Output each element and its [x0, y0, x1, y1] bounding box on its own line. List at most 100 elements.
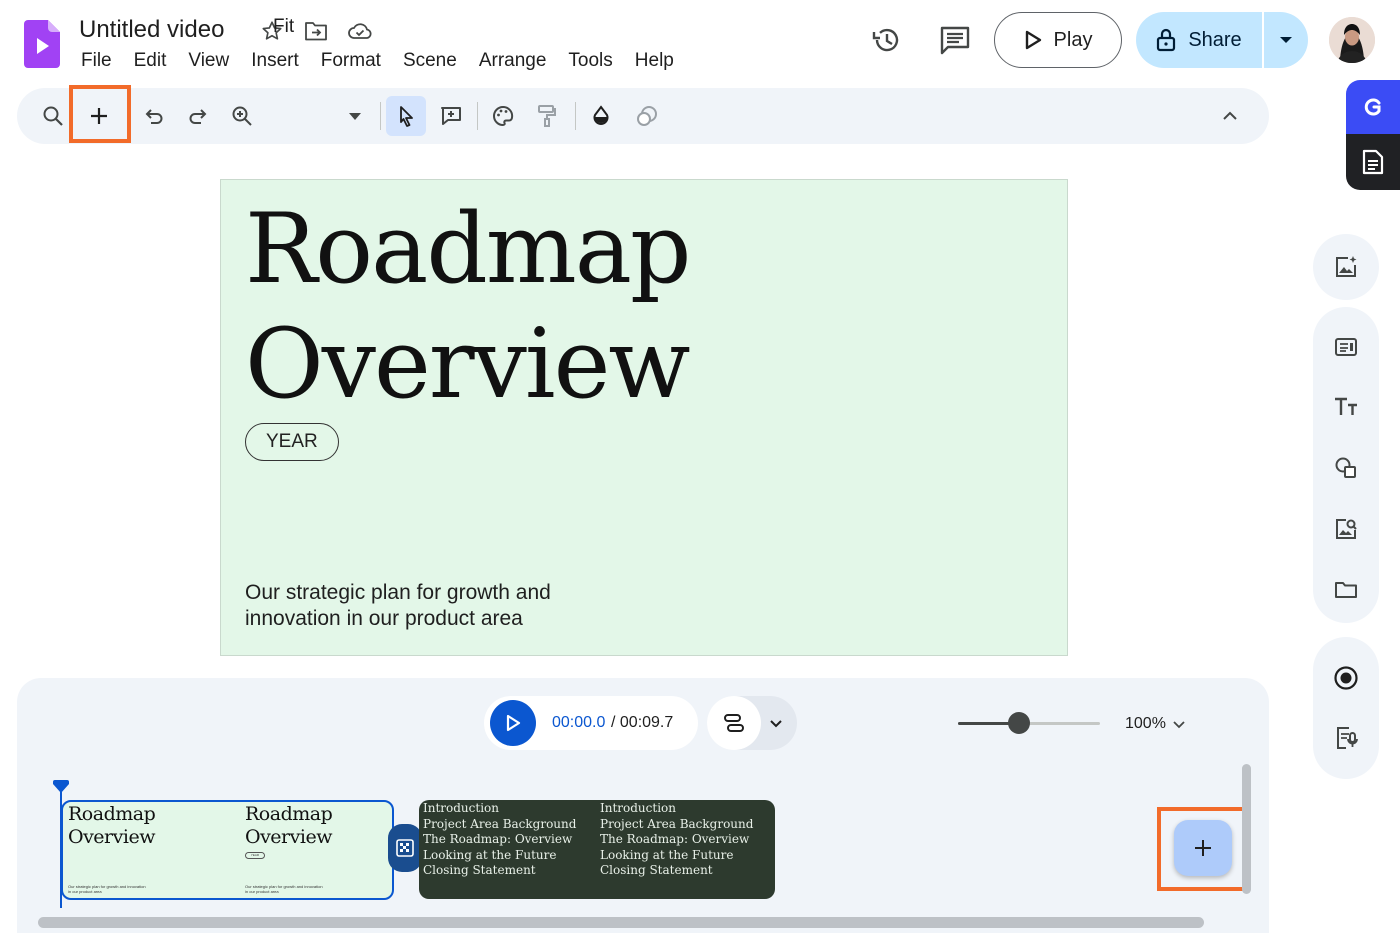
- clip-agenda: Introduction Project Area Background The…: [600, 801, 753, 879]
- version-history-icon[interactable]: [867, 20, 907, 60]
- slide-title[interactable]: Roadmap Overview: [245, 192, 691, 422]
- menu-format[interactable]: Format: [310, 48, 392, 74]
- toolbar-divider: [380, 102, 381, 130]
- menu-scene[interactable]: Scene: [392, 48, 468, 74]
- collapse-toolbar-icon[interactable]: [1210, 96, 1250, 136]
- toolbar-divider: [575, 102, 576, 130]
- menu-tools[interactable]: Tools: [557, 48, 623, 74]
- clip-chip: YEAR: [245, 852, 265, 859]
- timeline-view-icon[interactable]: [707, 696, 761, 750]
- select-cursor-icon[interactable]: [386, 96, 426, 136]
- clip-title-line1: Roadmap: [245, 803, 333, 825]
- clip-subtitle: Our strategic plan for growth and innova…: [245, 884, 323, 894]
- clip-title-line1: Roadmap: [68, 803, 156, 825]
- stock-media-icon[interactable]: [1326, 509, 1366, 549]
- templates-icon[interactable]: [1326, 327, 1366, 367]
- clip-title: Roadmap Overview: [68, 803, 156, 849]
- clip-thumbnail-frame: Roadmap Overview YEAR Our strategic plan…: [242, 802, 392, 898]
- agenda-item: Project Area Background: [423, 816, 577, 831]
- transition-icon: [396, 839, 414, 857]
- caret-down-icon: [1280, 37, 1292, 43]
- chevron-down-icon[interactable]: [764, 711, 788, 735]
- clip-thumbnail-frame: Roadmap Overview Our strategic plan for …: [65, 802, 235, 898]
- timeline-vertical-scrollbar[interactable]: [1242, 764, 1251, 894]
- agenda-item: Looking at the Future: [423, 847, 557, 862]
- folder-icon[interactable]: [1326, 570, 1366, 610]
- menu-bar: File Edit View Insert Format Scene Arran…: [70, 48, 685, 74]
- current-time: 00:00.0: [552, 714, 606, 731]
- total-time: / 00:09.7: [611, 714, 674, 731]
- zoom-select[interactable]: Fit: [273, 16, 294, 38]
- side-addons: [1346, 80, 1400, 190]
- agenda-item: Closing Statement: [423, 863, 536, 878]
- theme-palette-icon[interactable]: [483, 96, 523, 136]
- record-icon[interactable]: [1326, 658, 1366, 698]
- script-voiceover-icon[interactable]: [1326, 718, 1366, 758]
- play-button[interactable]: Play: [994, 12, 1122, 68]
- agenda-item: Introduction: [600, 801, 676, 815]
- vids-logo-icon[interactable]: [24, 20, 60, 68]
- clip-agenda: Introduction Project Area Background The…: [423, 801, 576, 879]
- avatar[interactable]: [1329, 17, 1375, 63]
- share-options-button[interactable]: [1264, 12, 1308, 68]
- timeline-horizontal-scrollbar[interactable]: [38, 917, 1204, 928]
- play-icon: [1025, 30, 1041, 50]
- text-box-icon[interactable]: [431, 96, 471, 136]
- undo-icon[interactable]: [134, 96, 174, 136]
- cloud-saved-icon[interactable]: [347, 18, 373, 44]
- timeline-zoom-level[interactable]: 100%: [1125, 715, 1166, 733]
- effects-icon[interactable]: [627, 96, 667, 136]
- plus-icon: [91, 108, 107, 124]
- scene-clip-2[interactable]: Introduction Project Area Background The…: [419, 800, 775, 899]
- clip-title-line2: Overview: [245, 826, 332, 848]
- year-chip[interactable]: YEAR: [245, 423, 339, 461]
- transition-button[interactable]: [388, 824, 422, 872]
- plus-icon: [1195, 840, 1211, 856]
- timeline-zoom-thumb[interactable]: [1008, 712, 1031, 734]
- add-scene-button[interactable]: [1174, 820, 1232, 876]
- slide-title-line2: Overview: [245, 308, 691, 420]
- menu-insert[interactable]: Insert: [240, 48, 310, 74]
- zoom-icon[interactable]: [222, 96, 262, 136]
- play-icon: [506, 714, 521, 732]
- document-title[interactable]: Untitled video: [79, 16, 224, 44]
- agenda-item: Project Area Background: [600, 816, 754, 831]
- shapes-icon[interactable]: [1326, 448, 1366, 488]
- zoom-dropdown-icon[interactable]: [335, 96, 375, 136]
- menu-file[interactable]: File: [70, 48, 123, 74]
- agenda-item: The Roadmap: Overview: [600, 832, 750, 847]
- paint-format-icon[interactable]: [527, 96, 567, 136]
- slide-subtitle[interactable]: Our strategic plan for growth and innova…: [245, 580, 605, 632]
- clip-subtitle: Our strategic plan for growth and innova…: [68, 884, 146, 894]
- clip-title: Roadmap Overview: [245, 803, 333, 849]
- menu-view[interactable]: View: [177, 48, 240, 74]
- preview-play-button[interactable]: [490, 700, 536, 746]
- redo-icon[interactable]: [178, 96, 218, 136]
- agenda-item: Looking at the Future: [600, 847, 734, 862]
- scene-clip-1[interactable]: Roadmap Overview Our strategic plan for …: [61, 800, 394, 900]
- lock-icon: [1157, 28, 1176, 52]
- agenda-item: Introduction: [423, 801, 499, 815]
- menu-arrange[interactable]: Arrange: [468, 48, 558, 74]
- share-label: Share: [1188, 28, 1242, 51]
- play-label: Play: [1053, 28, 1093, 51]
- toolbar-divider: [477, 102, 478, 130]
- menu-edit[interactable]: Edit: [123, 48, 178, 74]
- search-menus-icon[interactable]: [33, 96, 73, 136]
- share-group: Share: [1136, 12, 1308, 68]
- chevron-down-icon[interactable]: [1172, 714, 1192, 734]
- grammarly-icon[interactable]: [1346, 80, 1400, 134]
- agenda-item: The Roadmap: Overview: [423, 832, 573, 847]
- fill-color-icon[interactable]: [581, 96, 621, 136]
- share-button[interactable]: Share: [1136, 12, 1262, 68]
- menu-help[interactable]: Help: [624, 48, 685, 74]
- scene-canvas[interactable]: Roadmap Overview YEAR Our strategic plan…: [220, 179, 1068, 656]
- document-notes-icon[interactable]: [1346, 134, 1400, 190]
- clip-title-line2: Overview: [68, 826, 155, 848]
- move-to-folder-icon[interactable]: [303, 18, 329, 44]
- new-scene-button[interactable]: [79, 96, 119, 136]
- text-styles-icon[interactable]: [1326, 387, 1366, 427]
- generate-image-icon[interactable]: [1326, 247, 1366, 287]
- agenda-item: Closing Statement: [600, 863, 713, 878]
- comments-icon[interactable]: [935, 20, 975, 60]
